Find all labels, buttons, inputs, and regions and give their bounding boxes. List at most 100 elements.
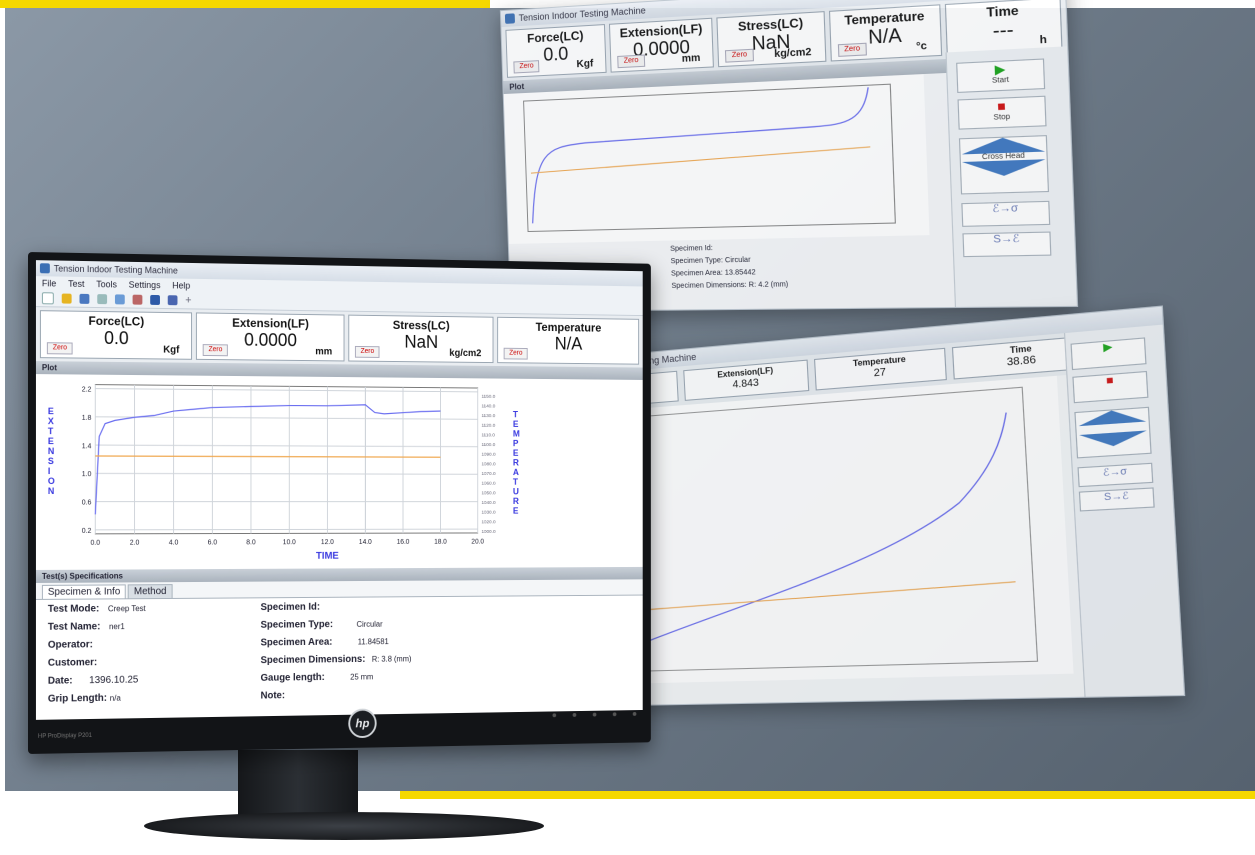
x-tick-label: 0.0 <box>90 540 100 547</box>
stop-icon: ■ <box>996 98 1006 115</box>
y-tick-label: 0.2 <box>82 528 92 535</box>
y2-tick-label: 1060.0 <box>481 481 495 487</box>
x-tick-label: 4.0 <box>169 540 179 547</box>
spec-label: Test Mode: <box>47 603 100 615</box>
zero-button[interactable]: Zero <box>354 345 380 358</box>
stress-strain-button[interactable]: S→ℰ <box>962 231 1052 258</box>
zero-button[interactable]: Zero <box>513 60 540 74</box>
axis-label-letter: I <box>48 466 50 476</box>
zero-button[interactable]: Zero <box>46 342 74 355</box>
strain-stress-button[interactable]: ℰ→σ <box>961 200 1051 227</box>
grid-line-horizontal <box>95 473 477 474</box>
axis-label-letter: X <box>48 416 54 426</box>
x-tick-label: 16.0 <box>397 539 410 546</box>
menu-help[interactable]: Help <box>172 278 190 292</box>
spec-label: Specimen Type: <box>670 257 724 266</box>
plus-icon[interactable]: + <box>185 294 195 306</box>
spec-field: Gauge length: 25 mm <box>261 672 374 684</box>
edit-icon[interactable] <box>97 294 108 305</box>
chart-icon[interactable] <box>114 294 125 305</box>
temperature-line <box>589 582 1017 614</box>
axis-label-letter: E <box>513 419 519 429</box>
tab-method[interactable]: Method <box>128 584 173 599</box>
spec-field: Test Mode: Creep Test <box>47 603 146 615</box>
y2-tick-label: 1100.0 <box>481 442 495 448</box>
spec-label: Customer: <box>47 657 98 669</box>
cross-head-button[interactable] <box>1074 406 1152 459</box>
y2-tick-label: 1040.0 <box>481 500 495 506</box>
strain-stress-button[interactable]: ℰ→σ <box>1077 462 1154 488</box>
y2-tick-label: 1110.0 <box>481 432 495 438</box>
x-tick-label: 6.0 <box>208 539 218 546</box>
monitor-button[interactable] <box>552 713 557 718</box>
monitor-buttons <box>552 711 637 718</box>
spec-body: Test Mode: Creep Test Test Name: ner1 Op… <box>35 594 643 720</box>
axis-label-letter: N <box>48 446 54 456</box>
tab-specimen-info[interactable]: Specimen & Info <box>41 584 127 599</box>
y-tick-label: 1.8 <box>82 415 92 422</box>
app-icon <box>39 263 50 274</box>
info-icon[interactable] <box>167 295 178 306</box>
spec-field: Note: <box>261 690 285 701</box>
menu-settings[interactable]: Settings <box>129 278 161 292</box>
spec-field: Specimen Dimensions: R: 4.2 (mm) <box>671 279 788 293</box>
menu-test[interactable]: Test <box>68 277 84 291</box>
axis-label-letter: A <box>513 467 519 477</box>
cross-head-button[interactable]: Cross Head <box>958 135 1050 195</box>
spec-label: Gauge length: <box>260 672 325 684</box>
side-panel-right: ▶ ■ ℰ→σ S→ℰ <box>1063 324 1186 698</box>
menu-tools[interactable]: Tools <box>96 277 117 291</box>
spec-label: Specimen Area: <box>670 269 723 278</box>
y-tick-label: 0.6 <box>82 500 92 507</box>
x-tick-label: 8.0 <box>246 539 255 546</box>
axis-label-letter: E <box>513 506 519 516</box>
monitor-button[interactable] <box>592 712 597 717</box>
monitor-button[interactable] <box>572 712 577 717</box>
grid-line-horizontal <box>95 529 477 530</box>
zero-button[interactable]: Zero <box>617 54 645 69</box>
monitor-button[interactable] <box>612 712 617 717</box>
arrow-down-icon <box>962 159 1047 178</box>
temperature-series-line <box>95 456 440 457</box>
spec-label: Date: <box>47 675 73 687</box>
app-icon <box>504 13 516 24</box>
settings-icon[interactable] <box>150 294 160 305</box>
spec-field: Operator: <box>48 639 93 650</box>
spec-field: Specimen Dimensions: R: 3.8 (mm) <box>261 654 412 666</box>
readout-extension: Extension(LF) 4.843 <box>683 359 810 401</box>
axis-label-letter: S <box>48 456 54 466</box>
stop-button[interactable]: ■ <box>1072 370 1149 404</box>
axis-label-letter: E <box>48 436 54 446</box>
readout-extension: Extension(LF) 0.0000 mm Zero <box>195 312 345 362</box>
monitor-model-label: HP ProDisplay P201 <box>37 732 92 740</box>
stop-button[interactable]: ■ Stop <box>957 95 1047 130</box>
spec-value: ner1 <box>109 622 125 632</box>
side-panel-back: ▶ Start ■ Stop Cross Head ℰ→σ S→ℰ <box>945 46 1079 312</box>
open-folder-icon[interactable] <box>61 293 72 304</box>
zero-button[interactable]: Zero <box>202 344 229 357</box>
start-button[interactable]: ▶ Start <box>956 58 1046 93</box>
axis-label-letter: T <box>513 477 519 487</box>
zero-button[interactable]: Zero <box>503 347 529 360</box>
readout-bar: Force(LC) 0.0 Kgf Zero Extension(LF) 0.0000 m… <box>35 307 643 368</box>
zero-button[interactable]: Zero <box>725 48 754 63</box>
readout-unit: mm <box>681 52 701 65</box>
new-file-icon[interactable] <box>41 292 54 305</box>
start-button[interactable]: ▶ <box>1070 337 1147 371</box>
zero-button[interactable]: Zero <box>837 42 867 57</box>
x-tick-label: 2.0 <box>130 540 140 547</box>
menu-file[interactable]: File <box>42 276 56 290</box>
axis-label-letter: E <box>513 448 519 458</box>
grid-line-horizontal <box>95 445 477 447</box>
stress-strain-button[interactable]: S→ℰ <box>1078 487 1155 512</box>
window-title: Tension Indoor Testing Machine <box>53 263 178 276</box>
spec-value: 13.85442 <box>724 269 756 277</box>
spec-value: Circular <box>356 619 383 629</box>
x-tick-label: 10.0 <box>283 539 296 546</box>
readout-extension: Extension(LF) 0.0000 mm Zero <box>609 17 715 73</box>
plot-frame <box>524 84 896 231</box>
save-icon[interactable] <box>79 293 90 304</box>
axis-label-letter: E <box>48 406 54 416</box>
tool-icon[interactable] <box>132 294 143 305</box>
power-button[interactable] <box>632 711 637 716</box>
